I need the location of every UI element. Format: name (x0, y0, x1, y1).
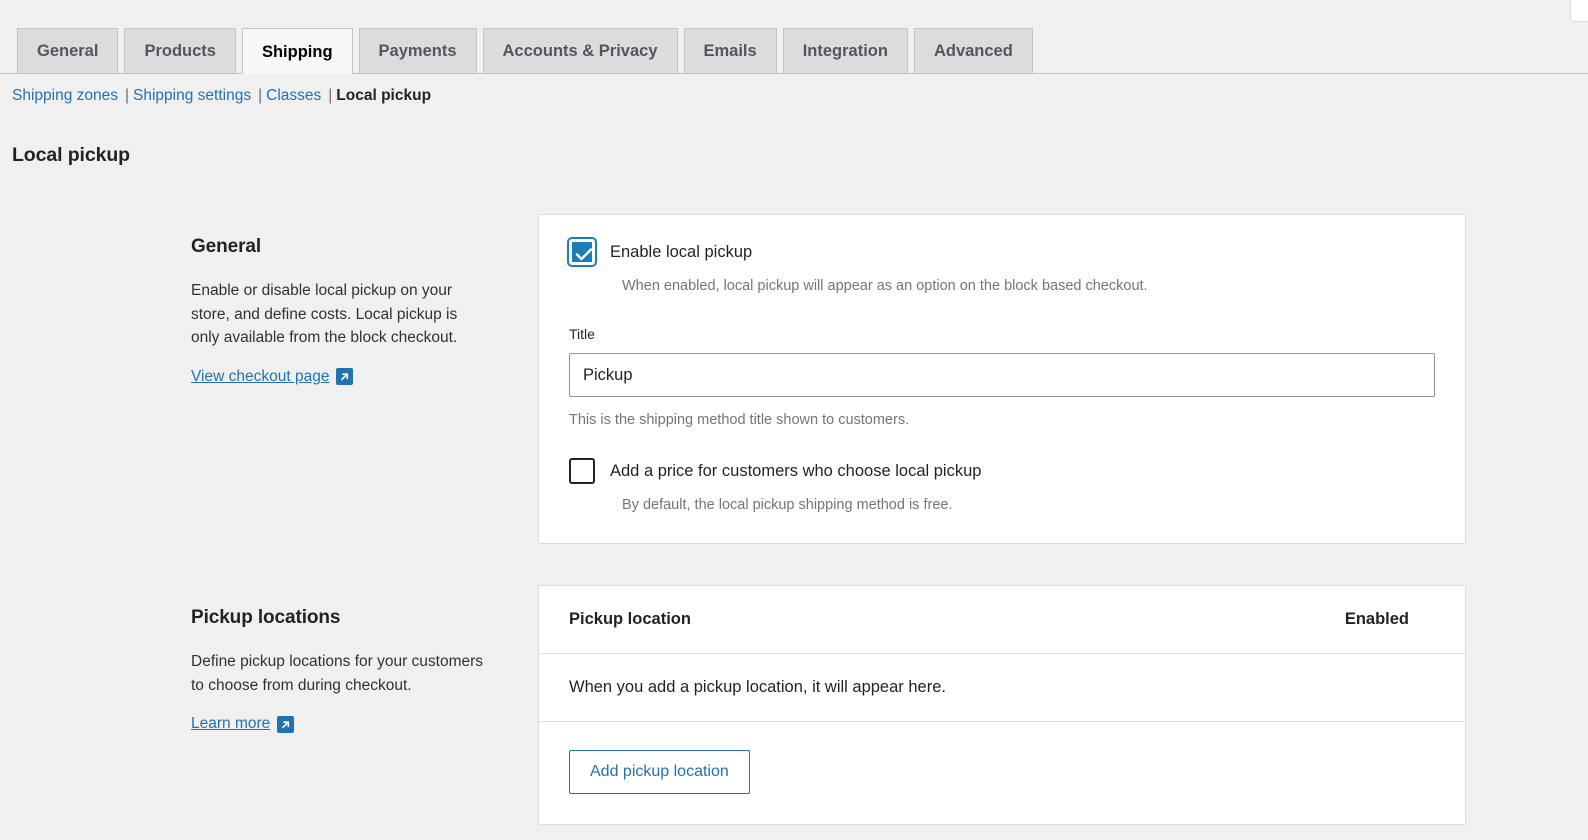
subnav-current-local-pickup: Local pickup (336, 87, 432, 104)
add-price-row: Add a price for customers who choose loc… (569, 458, 1435, 484)
pickup-locations-card: Pickup location Enabled When you add a p… (538, 585, 1466, 825)
external-link-icon (277, 715, 295, 733)
view-checkout-page-link[interactable]: View checkout page (191, 367, 354, 386)
shipping-subnav: Shipping zones | Shipping settings | Cla… (12, 85, 431, 107)
enable-local-pickup-label[interactable]: Enable local pickup (610, 243, 752, 262)
tab-accounts-privacy[interactable]: Accounts & Privacy (482, 28, 678, 73)
tab-payments[interactable]: Payments (358, 28, 477, 73)
column-header-enabled: Enabled (1344, 610, 1409, 628)
pickup-locations-table-footer: Add pickup location (539, 722, 1465, 824)
settings-tab-bar: General Products Shipping Payments Accou… (0, 28, 1588, 74)
general-aside-description: Enable or disable local pickup on your s… (191, 282, 458, 347)
tab-advanced[interactable]: Advanced (913, 28, 1033, 73)
title-field-description: This is the shipping method title shown … (569, 412, 910, 428)
learn-more-link-label: Learn more (191, 715, 271, 733)
enable-local-pickup-row: Enable local pickup (569, 239, 1435, 265)
pickup-locations-empty-state: When you add a pickup location, it will … (539, 654, 1465, 722)
subnav-link-shipping-settings[interactable]: Shipping settings (133, 85, 251, 107)
general-settings-card: Enable local pickup When enabled, local … (538, 214, 1466, 544)
subnav-link-shipping-zones[interactable]: Shipping zones (12, 85, 118, 107)
pickup-locations-aside-description: Define pickup locations for your custome… (191, 653, 484, 694)
enable-local-pickup-checkbox[interactable] (569, 239, 595, 265)
page-title: Local pickup (12, 144, 130, 167)
title-input[interactable] (569, 353, 1435, 397)
tab-general[interactable]: General (17, 28, 119, 73)
tab-emails[interactable]: Emails (683, 28, 777, 73)
view-checkout-page-link-label: View checkout page (191, 367, 330, 385)
title-field-block: Title This is the shipping method title … (569, 326, 1435, 428)
add-price-help: By default, the local pickup shipping me… (622, 497, 953, 513)
add-price-label[interactable]: Add a price for customers who choose loc… (610, 462, 981, 481)
subnav-link-classes[interactable]: Classes (266, 85, 321, 107)
pickup-locations-table-header: Pickup location Enabled (539, 586, 1465, 654)
subnav-separator: | (328, 87, 333, 104)
pickup-locations-aside: Pickup locations Define pickup locations… (0, 585, 538, 825)
offscreen-panel-edge (1570, 0, 1588, 22)
general-settings-section: General Enable or disable local pickup o… (0, 214, 1466, 544)
subnav-separator: | (125, 87, 130, 104)
learn-more-link[interactable]: Learn more (191, 715, 295, 733)
add-pickup-location-button[interactable]: Add pickup location (569, 750, 750, 794)
title-field-label: Title (569, 326, 595, 342)
tab-integration[interactable]: Integration (782, 28, 908, 73)
column-header-pickup-location: Pickup location (569, 610, 691, 628)
tab-shipping[interactable]: Shipping (241, 28, 353, 74)
external-link-icon (336, 368, 354, 386)
subnav-separator: | (258, 87, 263, 104)
pickup-locations-aside-title: Pickup locations (191, 607, 341, 628)
pickup-locations-section: Pickup locations Define pickup locations… (0, 585, 1466, 825)
enable-local-pickup-help: When enabled, local pickup will appear a… (622, 278, 1148, 294)
general-aside-title: General (191, 236, 262, 257)
add-price-checkbox[interactable] (569, 458, 595, 484)
tab-products[interactable]: Products (124, 28, 236, 73)
general-section-aside: General Enable or disable local pickup o… (0, 214, 538, 544)
